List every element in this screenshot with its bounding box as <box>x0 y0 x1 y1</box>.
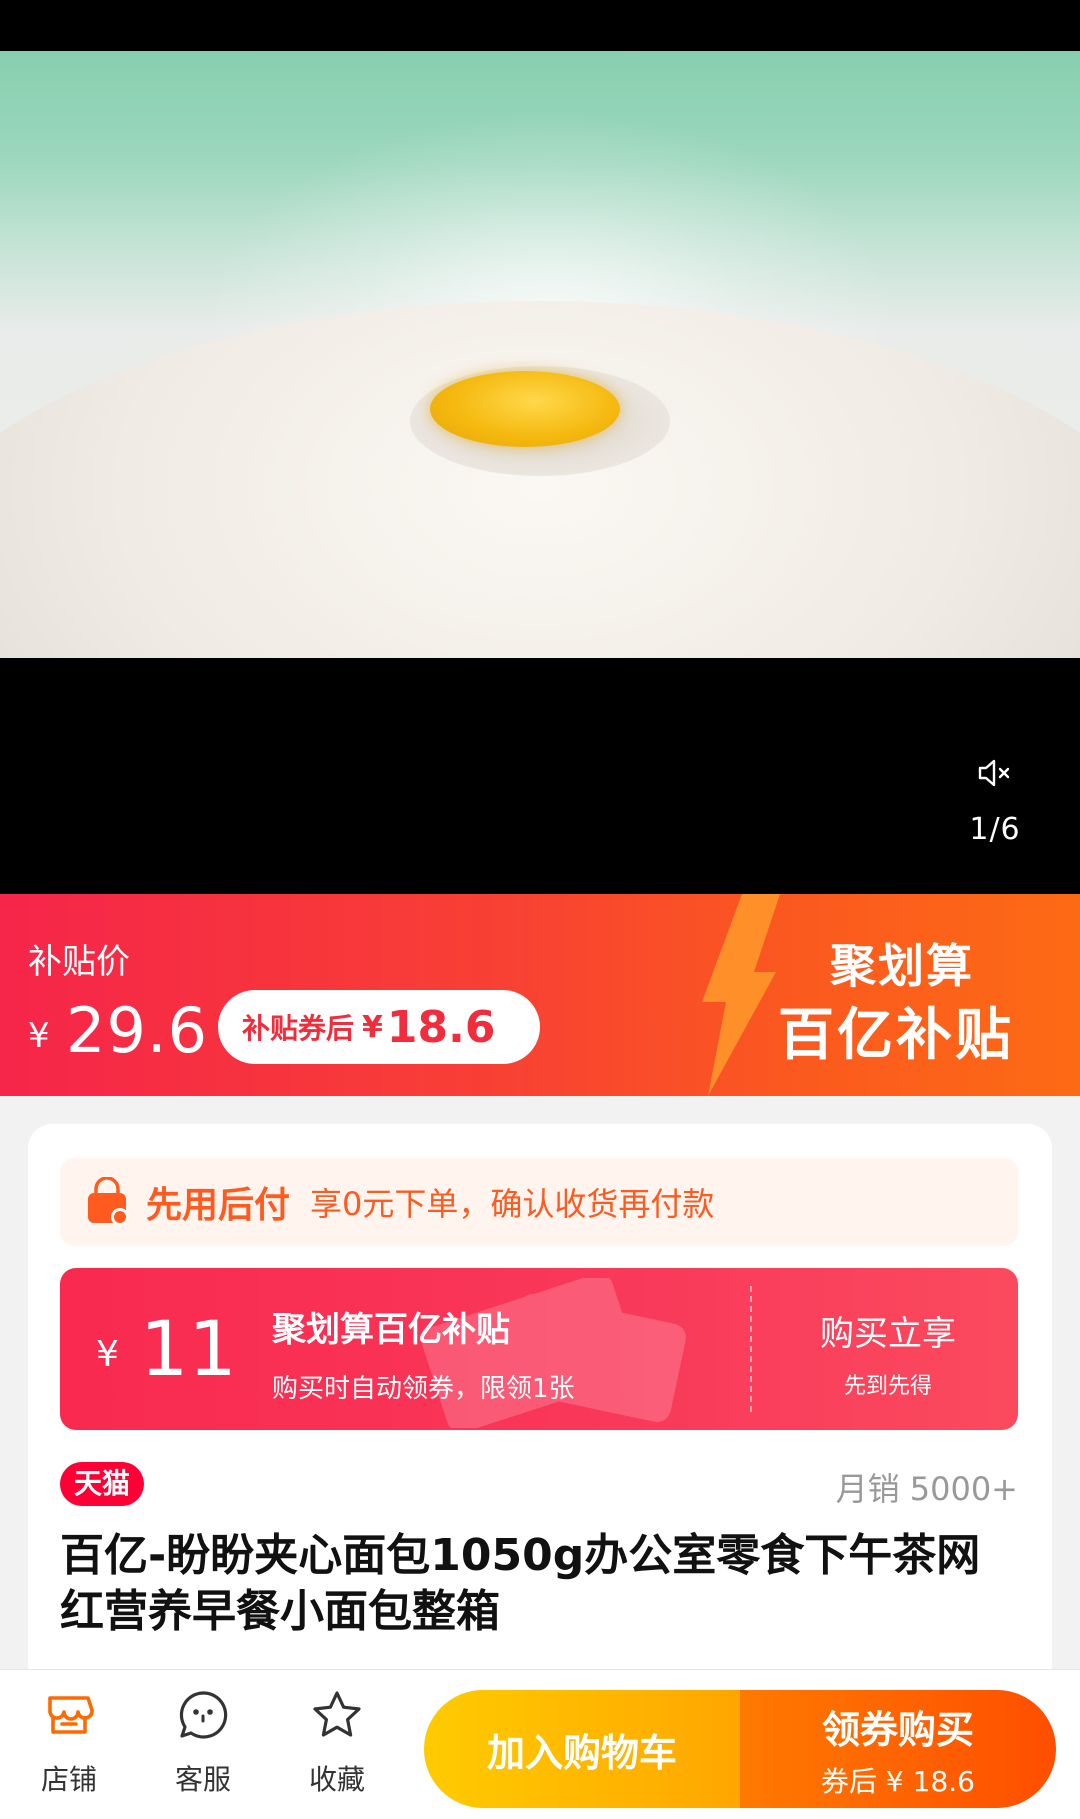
store-button[interactable]: 店铺 <box>14 1688 124 1798</box>
bag-icon <box>88 1177 129 1226</box>
coupon-subtitle: 购买时自动领券，限领1张 <box>272 1374 575 1404</box>
juhuasuan-logo-text: 聚划算 <box>830 939 974 993</box>
store-label: 店铺 <box>40 1763 97 1796</box>
purchase-buttons: 加入购物车 领券购买 券后 ¥ 18.6 <box>424 1690 1056 1808</box>
monthly-sales: 月销 5000+ <box>835 1470 1018 1508</box>
chat-face-icon <box>179 1691 228 1739</box>
egg-yolk <box>430 371 620 447</box>
coupon-amount: 11 <box>140 1304 237 1393</box>
pay-later-banner[interactable]: 先用后付 享0元下单，确认收货再付款 <box>60 1158 1018 1246</box>
coupon-action[interactable]: 购买立享 <box>760 1306 1016 1355</box>
coupon-title: 聚划算百亿补贴 <box>272 1310 510 1350</box>
favorite-label: 收藏 <box>308 1763 365 1796</box>
tmall-badge: 天猫 <box>60 1462 145 1506</box>
bottom-action-bar: 店铺 客服 收藏 加入购物车 领券购买 券后 ¥ 18.6 <box>0 1669 1080 1819</box>
favorite-button[interactable]: 收藏 <box>282 1688 392 1798</box>
product-detail-page: 1/6 补贴价 ¥ 29.6 补贴券后 ¥ 18.6 聚划算 百亿补贴 先用后付… <box>0 0 1080 1819</box>
after-coupon-label: 补贴券后 <box>242 1012 355 1045</box>
coupon-buy-button[interactable]: 领券购买 券后 ¥ 18.6 <box>740 1690 1056 1808</box>
after-coupon-currency: ¥ <box>362 1009 383 1045</box>
media-counter: 1/6 <box>969 812 1021 847</box>
store-icon <box>48 1696 94 1734</box>
coupon-buy-label: 领券购买 <box>821 1707 974 1752</box>
lightning-icon <box>702 894 780 1096</box>
coupon-currency: ¥ <box>96 1334 119 1375</box>
currency-symbol: ¥ <box>28 1016 50 1056</box>
customer-service-label: 客服 <box>174 1763 231 1796</box>
subsidy-price: 29.6 <box>66 994 209 1067</box>
after-coupon-price: 18.6 <box>386 1001 496 1053</box>
speaker-muted-icon[interactable] <box>976 755 1012 791</box>
subsidy-label: 补贴价 <box>28 942 130 982</box>
ticket-watermark-icon <box>421 1278 686 1428</box>
pay-later-desc: 享0元下单，确认收货再付款 <box>310 1185 715 1223</box>
subsidy-price-banner: 补贴价 ¥ 29.6 补贴券后 ¥ 18.6 聚划算 百亿补贴 <box>0 894 1080 1096</box>
pay-later-title: 先用后付 <box>146 1185 291 1226</box>
media-gallery[interactable]: 1/6 <box>0 0 1080 894</box>
customer-service-button[interactable]: 客服 <box>148 1688 258 1798</box>
product-title: 百亿-盼盼夹心面包1050g办公室零食下午茶网红营养早餐小面包整箱 <box>60 1530 981 1637</box>
star-icon <box>313 1691 361 1737</box>
subsidy-logo-text: 百亿补贴 <box>778 1003 1014 1068</box>
subsidy-coupon[interactable]: ¥ 11 聚划算百亿补贴 购买时自动领券，限领1张 购买立享 先到先得 <box>60 1268 1018 1430</box>
coupon-buy-price: 券后 ¥ 18.6 <box>821 1764 975 1798</box>
coupon-divider <box>750 1286 752 1412</box>
coupon-action-sub: 先到先得 <box>843 1374 932 1399</box>
flour-pile <box>0 301 1080 658</box>
product-video-frame[interactable] <box>0 51 1080 658</box>
add-to-cart-button[interactable]: 加入购物车 <box>424 1690 740 1808</box>
after-coupon-pill: 补贴券后 ¥ 18.6 <box>218 990 540 1064</box>
